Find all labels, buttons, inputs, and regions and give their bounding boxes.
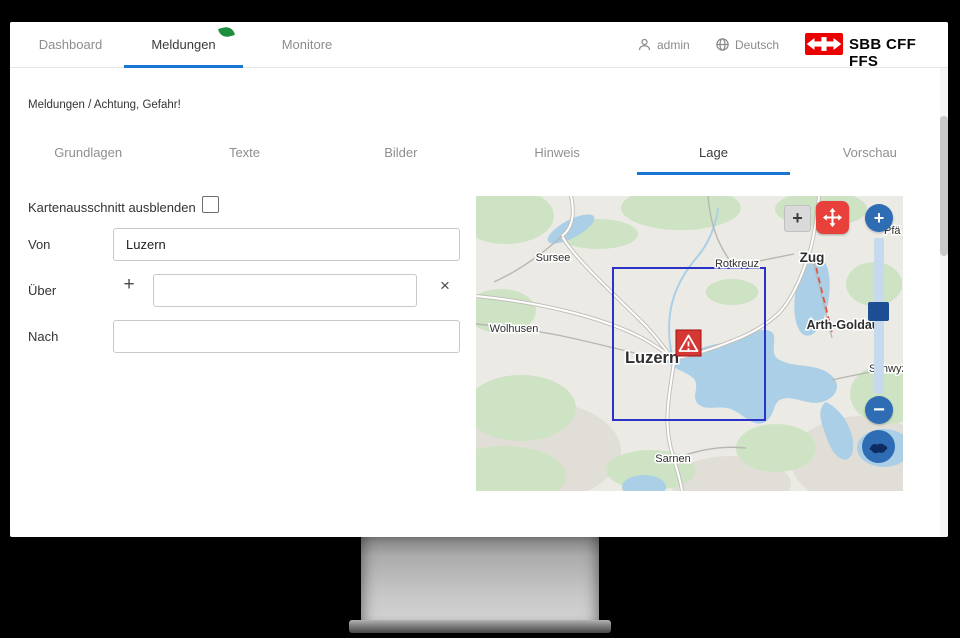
place-label-sarnen: Sarnen [655, 453, 690, 465]
zoom-slider-handle[interactable] [868, 302, 889, 321]
tab-vorschau[interactable]: Vorschau [792, 134, 948, 172]
switzerland-overview-button[interactable] [862, 430, 895, 463]
nach-label: Nach [28, 329, 58, 344]
ueber-input[interactable] [153, 274, 417, 307]
nav-item-monitore[interactable]: Monitore [276, 22, 338, 68]
nach-input[interactable] [113, 320, 460, 353]
globe-icon [715, 37, 730, 57]
place-label-wolhusen: Wolhusen [490, 323, 539, 335]
breadcrumb: Meldungen / Achtung, Gefahr! [28, 99, 181, 111]
tab-grundlagen[interactable]: Grundlagen [10, 134, 166, 172]
tab-texte[interactable]: Texte [166, 134, 322, 172]
monitor-frame: Dashboard Meldungen Monitore admin Deuts… [0, 0, 960, 638]
language-menu[interactable]: Deutsch [735, 38, 779, 52]
move-arrows-icon [822, 207, 843, 228]
scrollbar-thumb[interactable] [940, 116, 948, 256]
tab-lage[interactable]: Lage [635, 134, 791, 172]
map-canvas: Sursee Rotkreuz Zug Wolhusen Luzern Arth… [476, 196, 903, 491]
hide-map-checkbox[interactable] [202, 196, 219, 213]
leaf-badge-icon [218, 25, 235, 38]
zoom-in-button[interactable]: + [865, 204, 893, 232]
scrollbar-track[interactable] [940, 68, 948, 537]
hide-map-label: Kartenausschnitt ausblenden [28, 200, 196, 215]
nav-item-dashboard[interactable]: Dashboard [33, 22, 108, 68]
place-label-zug: Zug [800, 250, 825, 265]
nav-item-meldungen[interactable]: Meldungen [124, 22, 243, 68]
pan-mode-button[interactable] [816, 201, 849, 234]
place-label-rotkreuz: Rotkreuz [715, 258, 759, 270]
place-label-sursee: Sursee [536, 252, 571, 264]
von-input[interactable] [113, 228, 460, 261]
app-header: Dashboard Meldungen Monitore admin Deuts… [10, 22, 948, 68]
clear-via-button[interactable]: × [434, 275, 456, 297]
sbb-logo-icon [805, 33, 843, 55]
danger-marker-icon[interactable] [676, 330, 701, 356]
place-label-luzern: Luzern [625, 349, 679, 367]
tab-lage-label: Lage [699, 145, 728, 160]
tab-bilder[interactable]: Bilder [323, 134, 479, 172]
von-label: Von [28, 237, 50, 252]
active-nav-underline [124, 65, 243, 68]
map-viewport[interactable]: Sursee Rotkreuz Zug Wolhusen Luzern Arth… [476, 196, 903, 491]
tab-bar: Grundlagen Texte Bilder Hinweis Lage Vor… [10, 134, 948, 172]
monitor-base [349, 620, 611, 633]
active-tab-underline [637, 172, 789, 175]
overview-expand-button[interactable]: + [784, 205, 811, 232]
brand-text: SBB CFF FFS [849, 36, 948, 70]
zoom-out-button[interactable]: − [865, 396, 893, 424]
user-icon [637, 37, 652, 57]
tab-hinweis[interactable]: Hinweis [479, 134, 635, 172]
nav-item-meldungen-label: Meldungen [151, 37, 215, 52]
user-menu[interactable]: admin [657, 38, 690, 52]
add-via-button[interactable]: + [118, 274, 140, 296]
screen: Dashboard Meldungen Monitore admin Deuts… [10, 22, 948, 537]
monitor-stand [361, 537, 599, 622]
ueber-label: Über [28, 283, 56, 298]
switzerland-icon [867, 438, 890, 455]
